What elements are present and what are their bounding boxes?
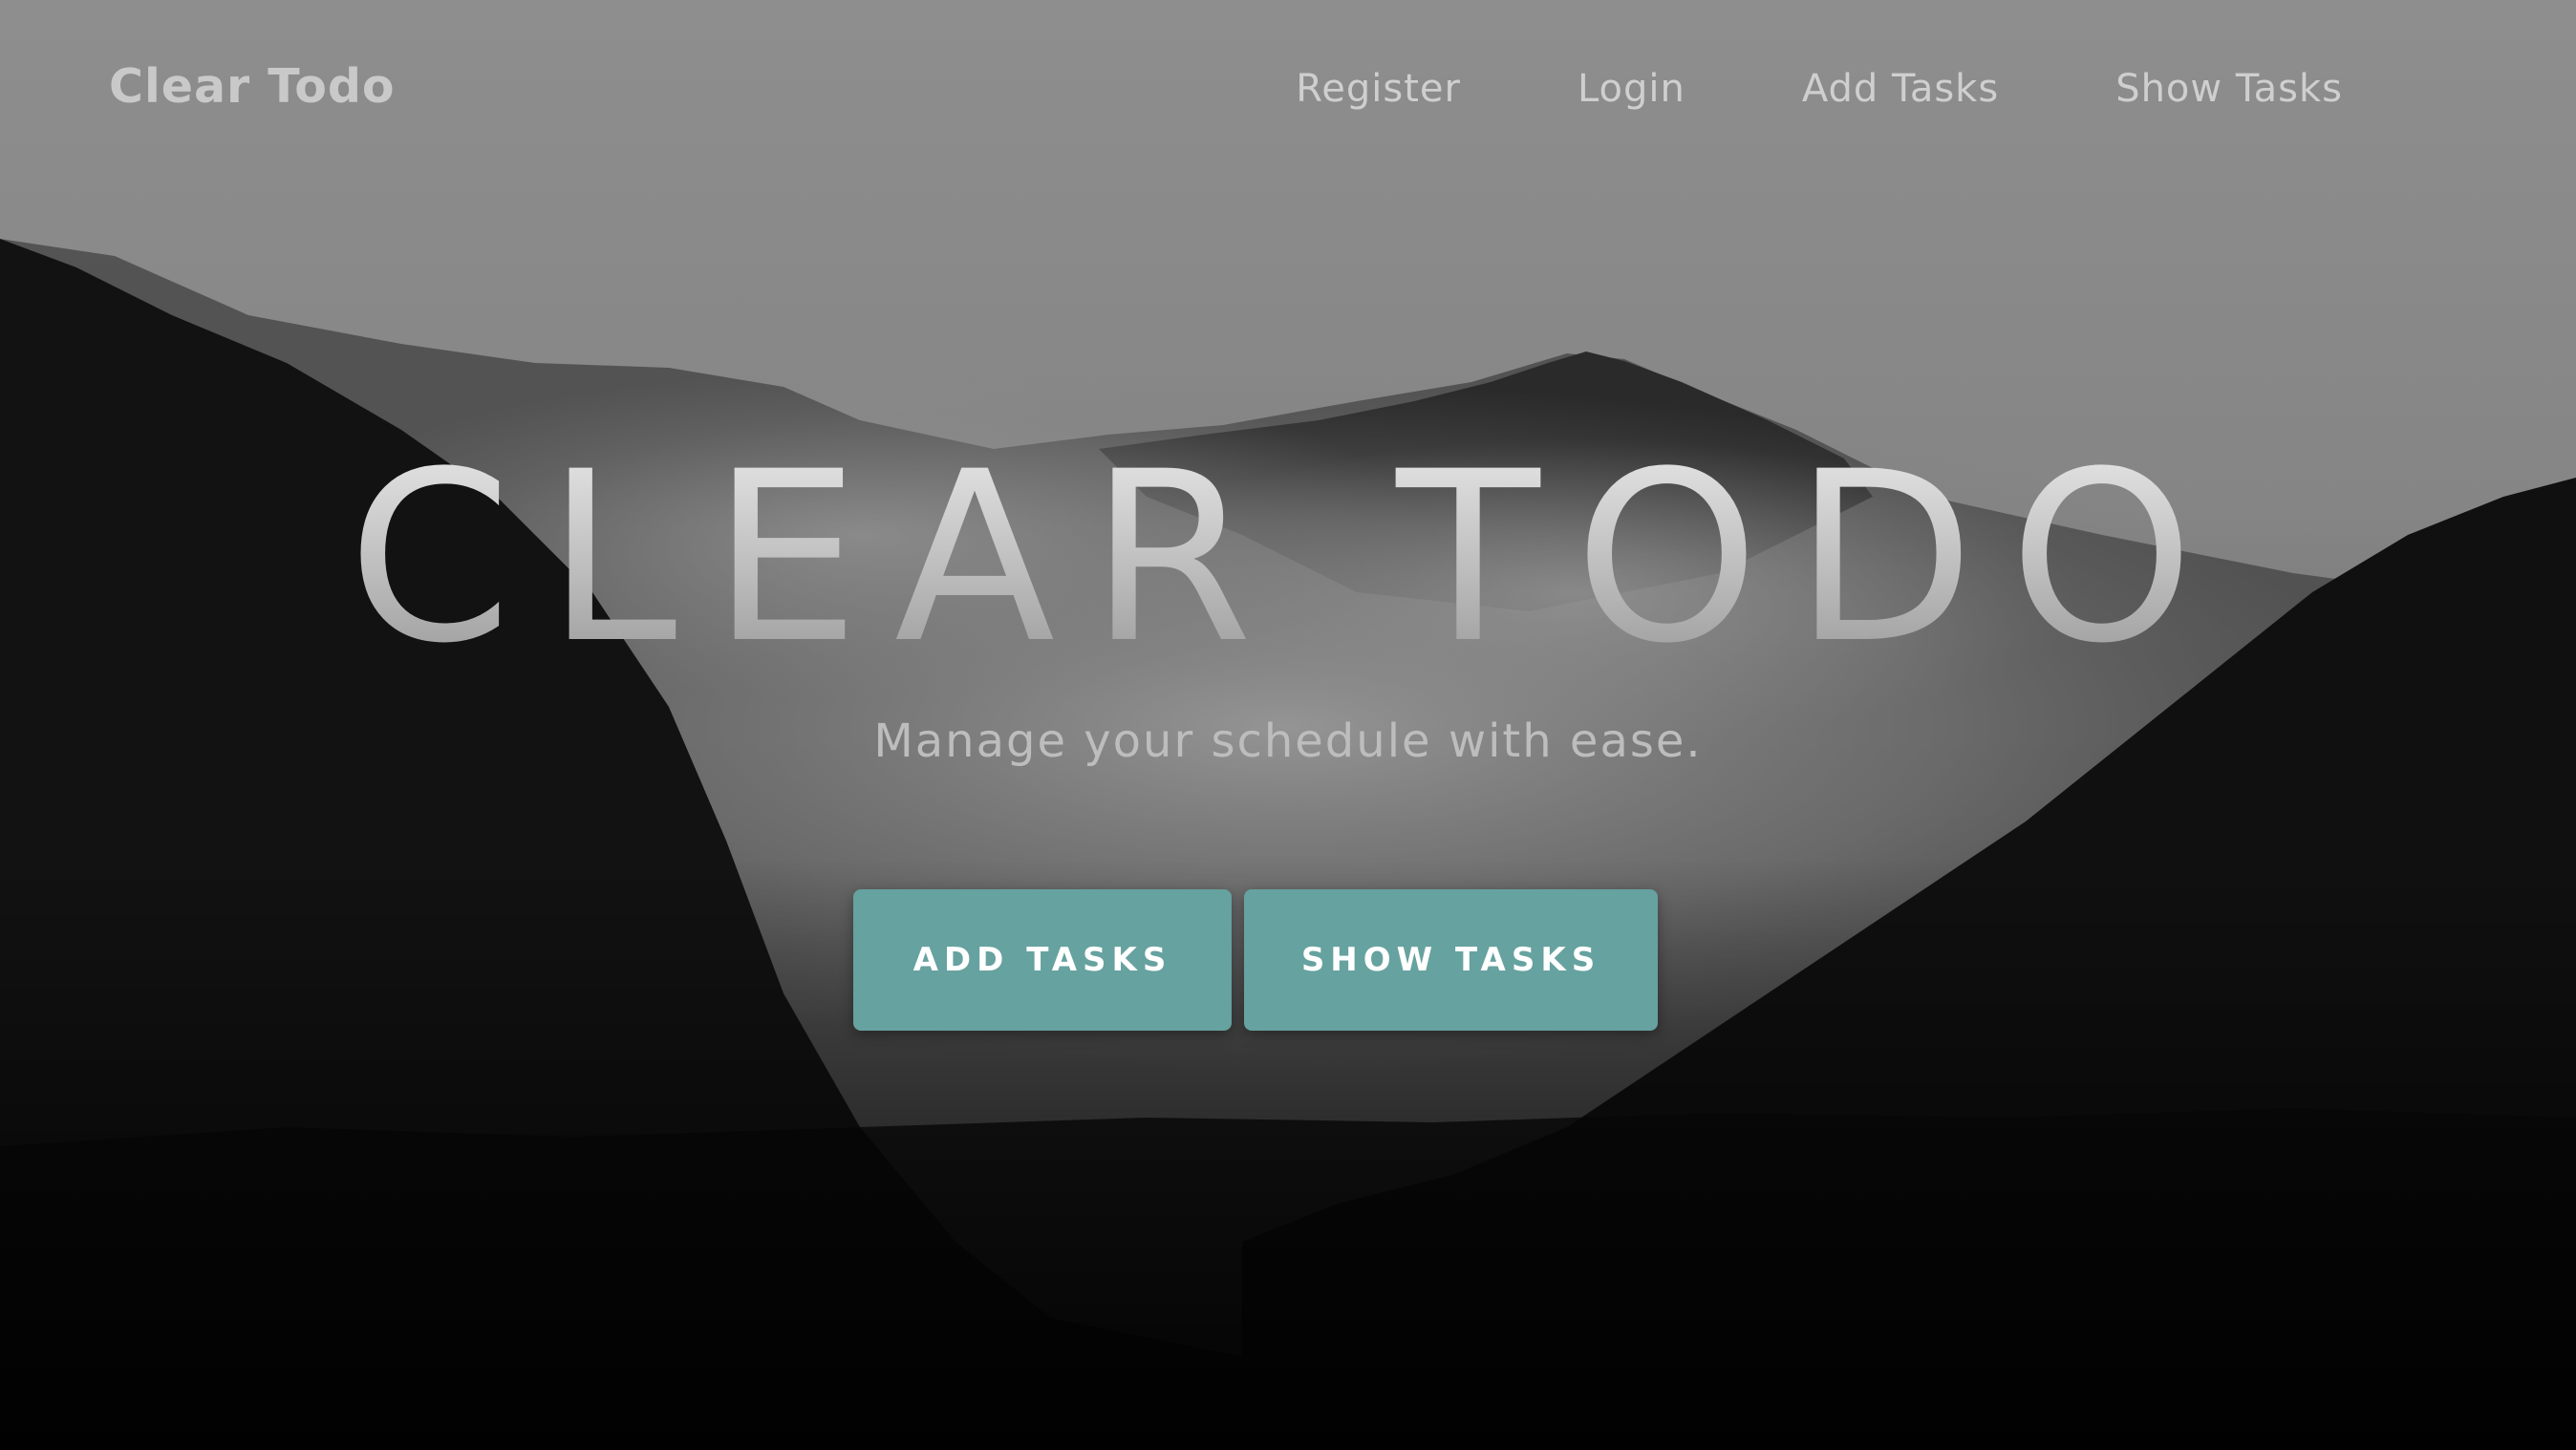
top-navigation: Register Login Add Tasks Show Tasks <box>1296 67 2343 111</box>
add-tasks-button[interactable]: ADD TASKS <box>853 889 1232 1031</box>
brand-logo[interactable]: Clear Todo <box>109 59 396 114</box>
nav-login-link[interactable]: Login <box>1578 67 1685 111</box>
nav-show-tasks-link[interactable]: Show Tasks <box>2115 67 2343 111</box>
nav-register-link[interactable]: Register <box>1296 67 1461 111</box>
hero-title: CLEAR TODO <box>0 441 2576 676</box>
show-tasks-button[interactable]: SHOW TASKS <box>1244 889 1658 1031</box>
hero-subtitle: Manage your schedule with ease. <box>873 714 1703 768</box>
landing-page: Clear Todo Register Login Add Tasks Show… <box>0 0 2576 1450</box>
nav-add-tasks-link[interactable]: Add Tasks <box>1802 67 1999 111</box>
